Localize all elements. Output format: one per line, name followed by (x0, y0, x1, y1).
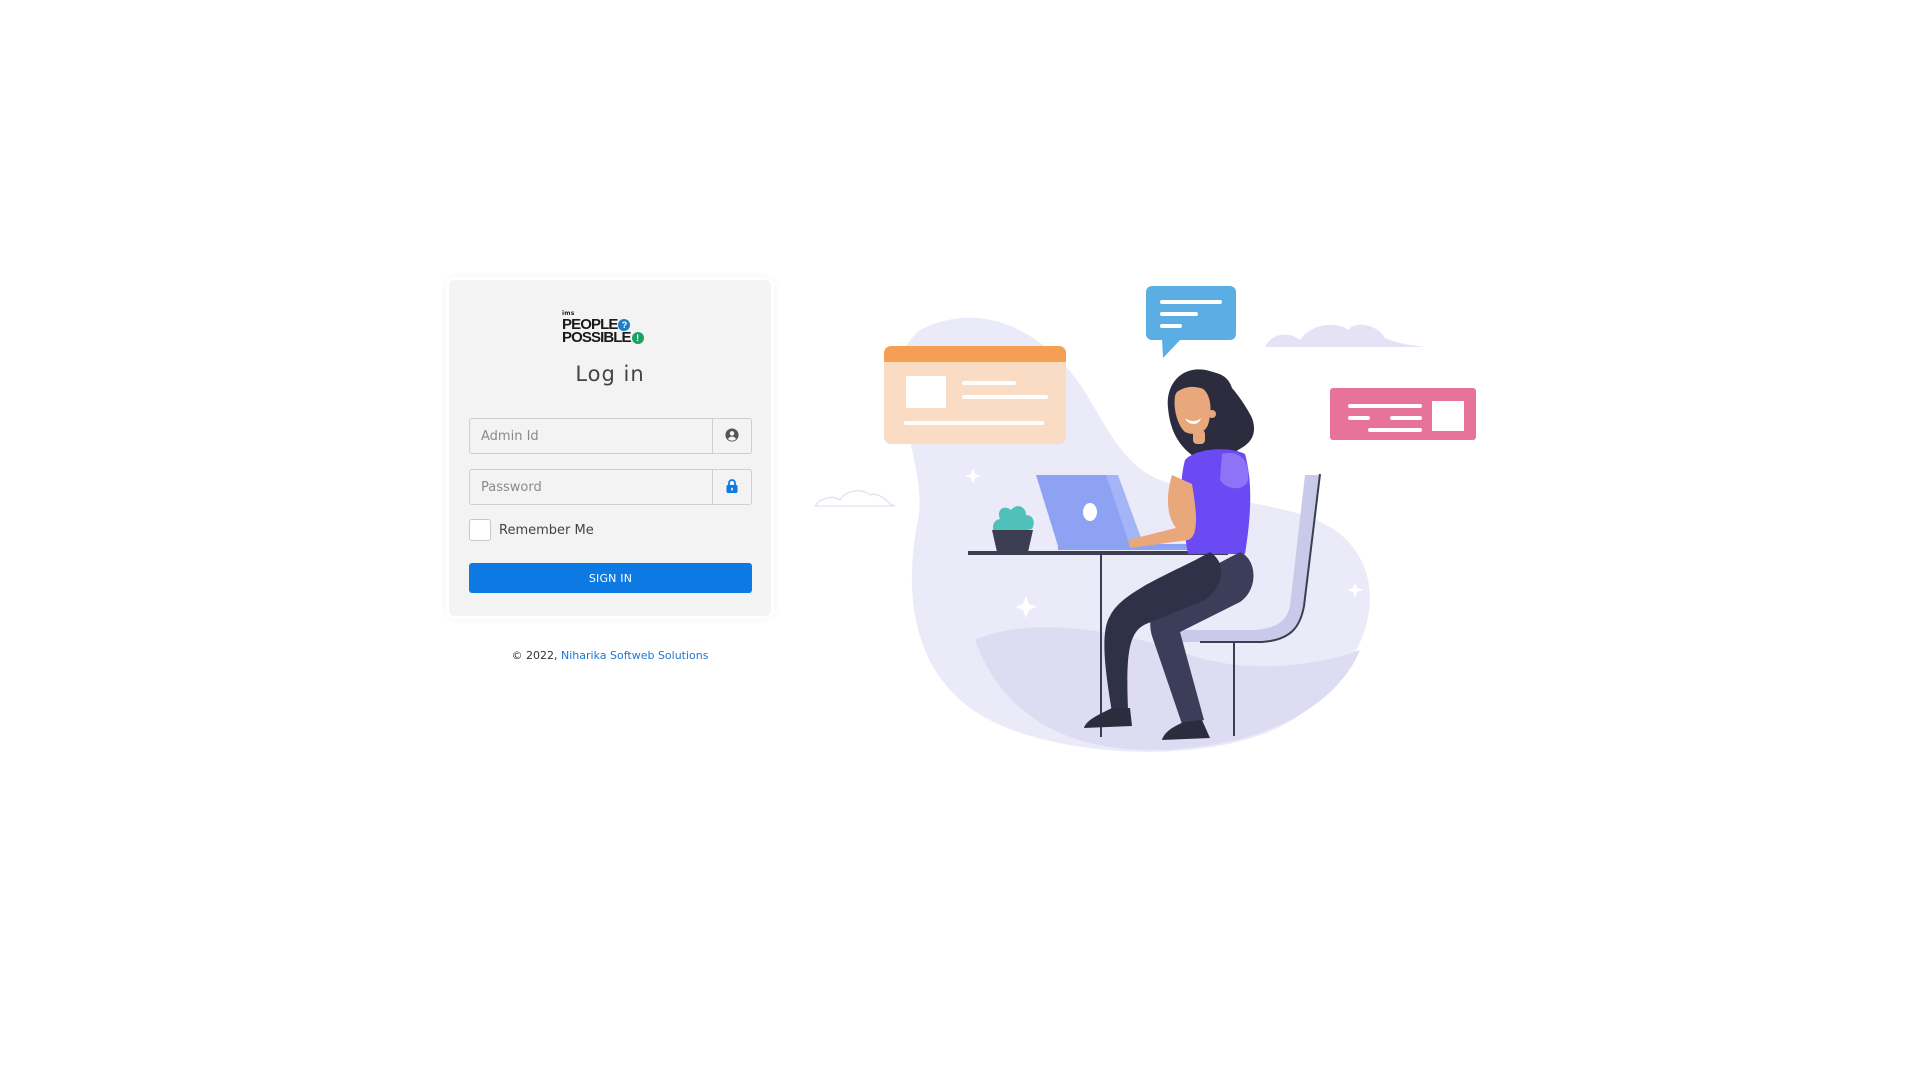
logo-word-possible: POSSIBLE (562, 329, 632, 346)
user-circle-icon (725, 427, 739, 446)
password-input[interactable] (470, 470, 712, 504)
page-title: Log in (575, 362, 645, 386)
cloud-shape-right (1265, 324, 1425, 347)
logo-exclamation-icon: ! (631, 332, 644, 344)
admin-id-addon (712, 419, 751, 453)
company-link[interactable]: Niharika Softweb Solutions (561, 649, 708, 662)
admin-id-group (469, 418, 752, 454)
lock-icon (726, 478, 738, 497)
workspace-illustration (813, 286, 1476, 752)
chat-bubble-icon (1146, 286, 1236, 358)
admin-id-input[interactable] (470, 419, 712, 453)
brand-logo: ims PEOPLE? POSSIBLE! (562, 310, 662, 350)
footer: © 2022, Niharika Softweb Solutions (449, 649, 771, 662)
sign-in-button[interactable]: SIGN IN (469, 563, 752, 593)
password-addon (712, 470, 751, 504)
remember-me-checkbox[interactable] (469, 519, 491, 541)
logo-line-2: POSSIBLE! (562, 330, 644, 345)
cloud-shape-left (813, 490, 896, 507)
login-card: ims PEOPLE? POSSIBLE! Log in Admin Id Re… (449, 280, 771, 616)
login-page: ims PEOPLE? POSSIBLE! Log in Admin Id Re… (0, 0, 1920, 1080)
password-group (469, 469, 752, 505)
profile-card-orange (884, 346, 1066, 444)
sparkle-shape (1121, 410, 1143, 432)
remember-me-label[interactable]: Remember Me (499, 523, 594, 538)
copyright-text: © 2022, (511, 649, 558, 662)
remember-me: Remember Me (469, 519, 594, 541)
profile-card-pink (1330, 388, 1476, 440)
